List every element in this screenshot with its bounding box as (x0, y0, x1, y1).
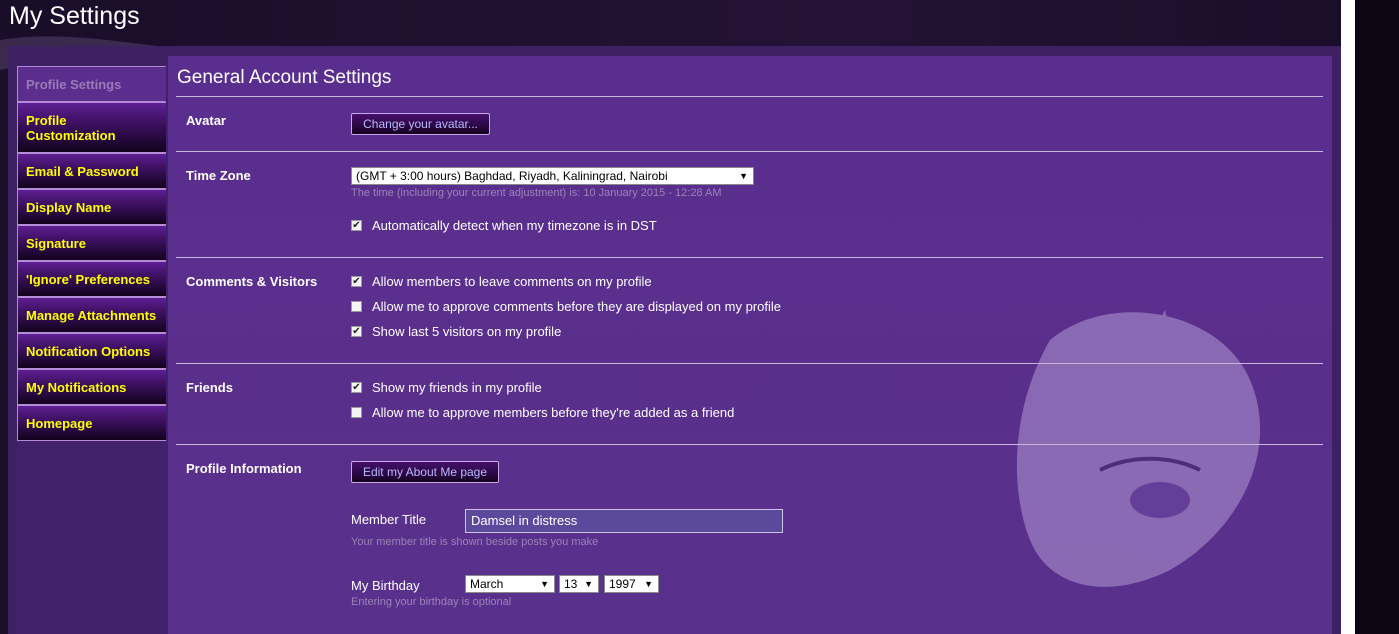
birthday-month-value: March (470, 577, 504, 591)
sidebar-item-my-notifications[interactable]: My Notifications (17, 369, 166, 405)
divider (176, 151, 1323, 152)
birthday-hint: Entering your birthday is optional (351, 596, 512, 608)
sidebar-item-label: 'Ignore' Preferences (26, 271, 150, 287)
sidebar-item-label: Display Name (26, 199, 112, 215)
timezone-label: Time Zone (186, 168, 251, 183)
page-title: My Settings (9, 2, 140, 30)
birthday-year-select[interactable]: 1997 ▼ (604, 575, 659, 593)
sidebar-item-homepage[interactable]: Homepage (17, 405, 166, 441)
check-icon: ✔ (352, 325, 361, 337)
timezone-hint: The time (including your current adjustm… (351, 187, 722, 199)
sidebar-item-display-name[interactable]: Display Name (17, 189, 166, 225)
check-icon: ✔ (352, 275, 361, 287)
right-edge-background (1355, 0, 1399, 634)
top-bar (0, 0, 1399, 46)
timezone-selected-value: (GMT + 3:00 hours) Baghdad, Riyadh, Kali… (356, 169, 668, 183)
divider (176, 257, 1323, 258)
sidebar-item-label: Signature (26, 235, 86, 251)
show-visitors-checkbox[interactable]: ✔ (351, 325, 362, 337)
sidebar-item-label: Profile Settings (26, 76, 122, 92)
sidebar-item-profile-settings[interactable]: Profile Settings (17, 66, 166, 102)
sidebar-item-label: Email & Password (26, 163, 139, 179)
approve-friends-checkbox[interactable] (351, 406, 362, 418)
sidebar-item-label: My Notifications (26, 379, 127, 395)
dst-option: ✔ Automatically detect when my timezone … (351, 217, 657, 233)
member-title-label: Member Title (351, 512, 427, 527)
section-title: General Account Settings (177, 67, 392, 88)
sidebar-item-label: Notification Options (26, 343, 151, 359)
member-title-input[interactable]: Damsel in distress (465, 509, 783, 533)
sidebar-item-notification-options[interactable]: Notification Options (17, 333, 166, 369)
option-label: Show my friends in my profile (372, 379, 542, 395)
comments-option: Allow me to approve comments before they… (351, 298, 781, 314)
dst-checkbox[interactable]: ✔ (351, 219, 362, 231)
option-label: Allow me to approve members before they'… (372, 404, 735, 420)
birthday-label: My Birthday (351, 578, 420, 593)
dropdown-arrow-icon: ▼ (739, 171, 748, 181)
sidebar-item-ignore-preferences[interactable]: 'Ignore' Preferences (17, 261, 166, 297)
sidebar-item-manage-attachments[interactable]: Manage Attachments (17, 297, 166, 333)
option-label: Allow me to approve comments before they… (372, 298, 781, 314)
timezone-select[interactable]: (GMT + 3:00 hours) Baghdad, Riyadh, Kali… (351, 167, 754, 185)
option-label: Show last 5 visitors on my profile (372, 323, 562, 339)
allow-comments-checkbox[interactable]: ✔ (351, 275, 362, 287)
profile-info-label: Profile Information (186, 461, 302, 476)
sidebar-item-label: Manage Attachments (26, 307, 157, 323)
comments-option: ✔ Allow members to leave comments on my … (351, 273, 652, 289)
check-icon: ✔ (352, 381, 361, 393)
divider (176, 96, 1323, 97)
friends-option: Allow me to approve members before they'… (351, 404, 734, 420)
dropdown-arrow-icon: ▼ (644, 579, 653, 589)
sidebar-item-profile-customization[interactable]: Profile Customization (17, 102, 166, 153)
member-title-hint: Your member title is shown beside posts … (351, 536, 599, 548)
option-label: Allow members to leave comments on my pr… (372, 273, 652, 289)
change-avatar-button[interactable]: Change your avatar... (351, 113, 490, 135)
friends-option: ✔ Show my friends in my profile (351, 379, 542, 395)
comments-option: ✔ Show last 5 visitors on my profile (351, 323, 561, 339)
divider (176, 363, 1323, 364)
avatar-label: Avatar (186, 113, 226, 128)
approve-comments-checkbox[interactable] (351, 300, 362, 312)
show-friends-checkbox[interactable]: ✔ (351, 381, 362, 393)
dropdown-arrow-icon: ▼ (584, 579, 593, 589)
comments-label: Comments & Visitors (186, 274, 318, 289)
birthday-month-select[interactable]: March ▼ (465, 575, 555, 593)
content-panel (168, 56, 1332, 634)
divider (176, 444, 1323, 445)
sidebar-item-email-password[interactable]: Email & Password (17, 153, 166, 189)
birthday-year-value: 1997 (609, 577, 636, 591)
dst-label: Automatically detect when my timezone is… (372, 217, 657, 233)
edit-about-me-button[interactable]: Edit my About Me page (351, 461, 499, 483)
sidebar-item-signature[interactable]: Signature (17, 225, 166, 261)
friends-label: Friends (186, 380, 233, 395)
birthday-day-select[interactable]: 13 ▼ (559, 575, 599, 593)
check-icon: ✔ (352, 219, 361, 231)
dropdown-arrow-icon: ▼ (540, 579, 549, 589)
right-edge-strip (1341, 0, 1355, 634)
birthday-day-value: 13 (564, 577, 578, 591)
sidebar-item-label: Profile Customization (26, 112, 116, 143)
sidebar-item-label: Homepage (26, 415, 93, 431)
